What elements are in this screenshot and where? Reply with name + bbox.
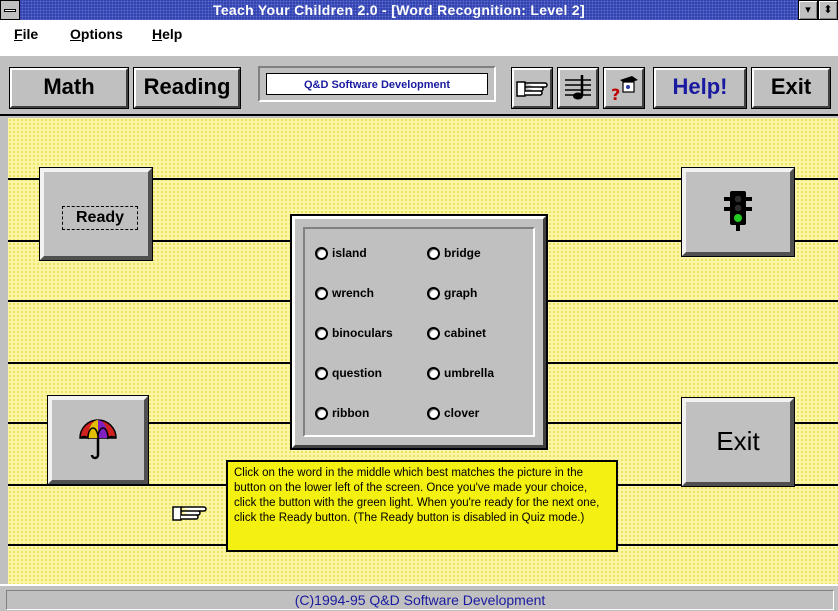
choice-clover[interactable]: clover — [427, 405, 479, 421]
umbrella-icon — [79, 419, 117, 460]
music-tool-button[interactable] — [558, 68, 598, 108]
choice-label: question — [332, 366, 382, 380]
menu-help[interactable]: Help — [152, 26, 182, 42]
reading-button[interactable]: Reading — [134, 68, 240, 108]
choice-label: bridge — [444, 246, 481, 260]
toolbar: Math Reading Q&D Software Development ? … — [0, 54, 838, 116]
graduate-icon: ? — [611, 76, 638, 104]
radio-button[interactable] — [315, 286, 328, 300]
choice-label: ribbon — [332, 406, 370, 420]
ready-button[interactable]: Ready — [40, 168, 152, 260]
choice-question[interactable]: question — [315, 365, 382, 381]
choice-bridge[interactable]: bridge — [427, 245, 481, 261]
radio-button[interactable] — [315, 366, 328, 380]
menu-file[interactable]: File — [14, 26, 38, 42]
hand-cursor-icon — [172, 506, 207, 521]
choice-label: binoculars — [332, 326, 393, 340]
minimize-button[interactable]: ▾ — [798, 0, 818, 20]
exit-button[interactable]: Exit — [682, 398, 794, 486]
choice-wrench[interactable]: wrench — [315, 285, 374, 301]
word-choices-panel: island wrench binoculars question ribbon… — [292, 216, 546, 448]
choice-label: clover — [444, 406, 480, 420]
radio-button[interactable] — [427, 326, 440, 340]
green-light-button[interactable] — [682, 168, 794, 256]
radio-button[interactable] — [427, 246, 440, 260]
choice-label: graph — [444, 286, 478, 300]
radio-button[interactable] — [315, 326, 328, 340]
choice-label: wrench — [332, 286, 375, 300]
picture-button[interactable] — [48, 396, 148, 484]
radio-button[interactable] — [427, 366, 440, 380]
exit-toolbar-button[interactable]: Exit — [752, 68, 830, 108]
math-button[interactable]: Math — [10, 68, 128, 108]
menu-options[interactable]: Options — [70, 26, 123, 42]
ready-label: Ready — [62, 206, 138, 230]
restore-button[interactable]: ⬍ — [818, 0, 838, 20]
choice-label: island — [332, 246, 367, 260]
pointer-tool-button[interactable] — [512, 68, 552, 108]
choice-graph[interactable]: graph — [427, 285, 477, 301]
choice-label: umbrella — [444, 366, 495, 380]
choice-label: cabinet — [444, 326, 487, 340]
radio-button[interactable] — [427, 406, 440, 420]
radio-button[interactable] — [427, 286, 440, 300]
choice-cabinet[interactable]: cabinet — [427, 325, 486, 341]
graduate-tool-button[interactable]: ? — [604, 68, 644, 108]
title-bar[interactable]: Teach Your Children 2.0 - [Word Recognit… — [0, 0, 838, 20]
radio-button[interactable] — [315, 246, 328, 260]
exit-label: Exit — [716, 426, 760, 456]
company-banner: Q&D Software Development — [258, 66, 496, 102]
hand-pointer-icon — [516, 81, 548, 97]
choice-binoculars[interactable]: binoculars — [315, 325, 393, 341]
radio-button[interactable] — [315, 406, 328, 420]
svg-text:?: ? — [611, 85, 620, 104]
window-title: Teach Your Children 2.0 - [Word Recognit… — [213, 2, 585, 18]
music-icon — [565, 75, 591, 100]
traffic-light-icon — [724, 191, 752, 231]
instruction-tooltip: Click on the word in the middle which be… — [226, 460, 618, 552]
choice-ribbon[interactable]: ribbon — [315, 405, 369, 421]
choice-island[interactable]: island — [315, 245, 367, 261]
status-bar: (C)1994-95 Q&D Software Development — [0, 584, 838, 611]
banner-text: Q&D Software Development — [266, 73, 488, 95]
choice-umbrella[interactable]: umbrella — [427, 365, 494, 381]
work-area: Ready Exit island wrench binoculars ques… — [8, 118, 838, 584]
help-button[interactable]: Help! — [654, 68, 746, 108]
status-text: (C)1994-95 Q&D Software Development — [6, 590, 834, 610]
menu-bar: File Options Help — [0, 20, 838, 54]
